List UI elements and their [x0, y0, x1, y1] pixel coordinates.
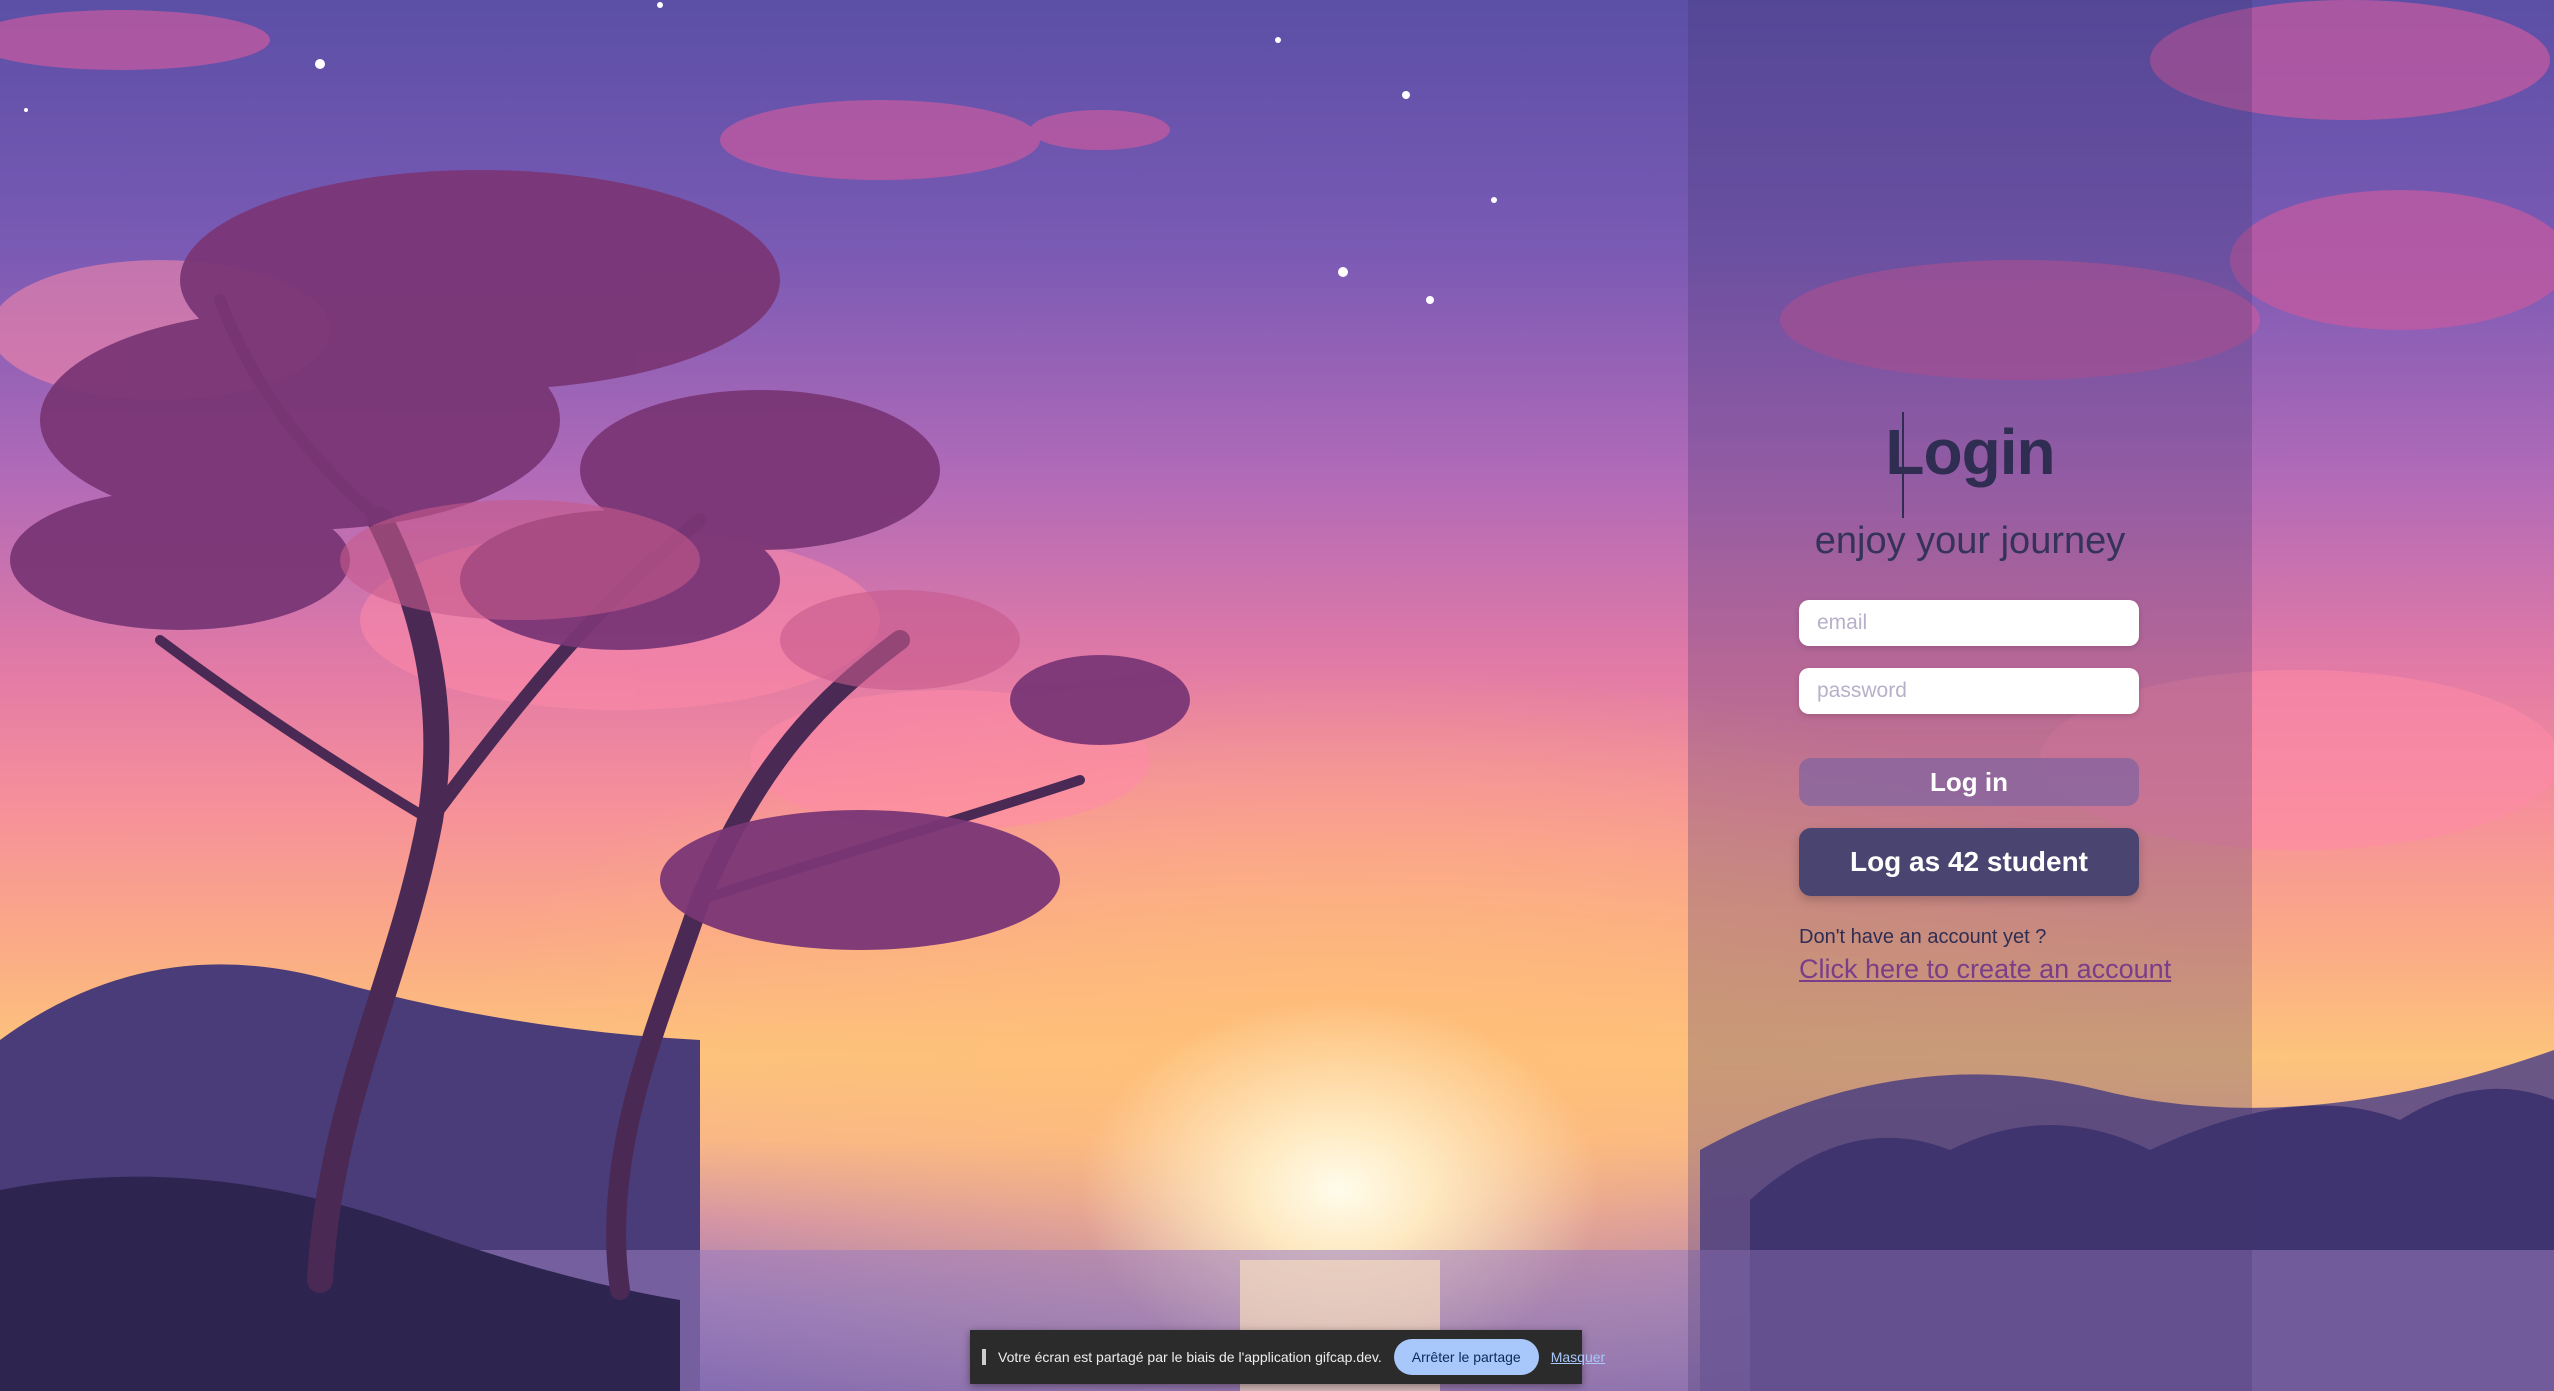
page-title: Login	[1885, 416, 2055, 488]
create-account-link[interactable]: Click here to create an account	[1799, 954, 2171, 985]
password-field[interactable]	[1799, 668, 2139, 714]
no-account-text: Don't have an account yet ?	[1799, 926, 2047, 948]
email-field[interactable]	[1799, 600, 2139, 646]
text-caret	[1902, 412, 1904, 518]
screen-share-bar: Votre écran est partagé par le biais de …	[970, 1330, 1605, 1384]
hide-bar-link[interactable]: Masquer	[1551, 1349, 1605, 1365]
stop-sharing-button[interactable]: Arrêter le partage	[1393, 1339, 1539, 1375]
share-message: Votre écran est partagé par le biais de …	[998, 1349, 1382, 1365]
login-button[interactable]: Log in	[1799, 758, 2139, 806]
drag-handle-icon[interactable]	[982, 1349, 986, 1365]
login-42-student-button[interactable]: Log as 42 student	[1799, 828, 2139, 896]
page-subtitle: enjoy your journey	[1814, 520, 2126, 562]
